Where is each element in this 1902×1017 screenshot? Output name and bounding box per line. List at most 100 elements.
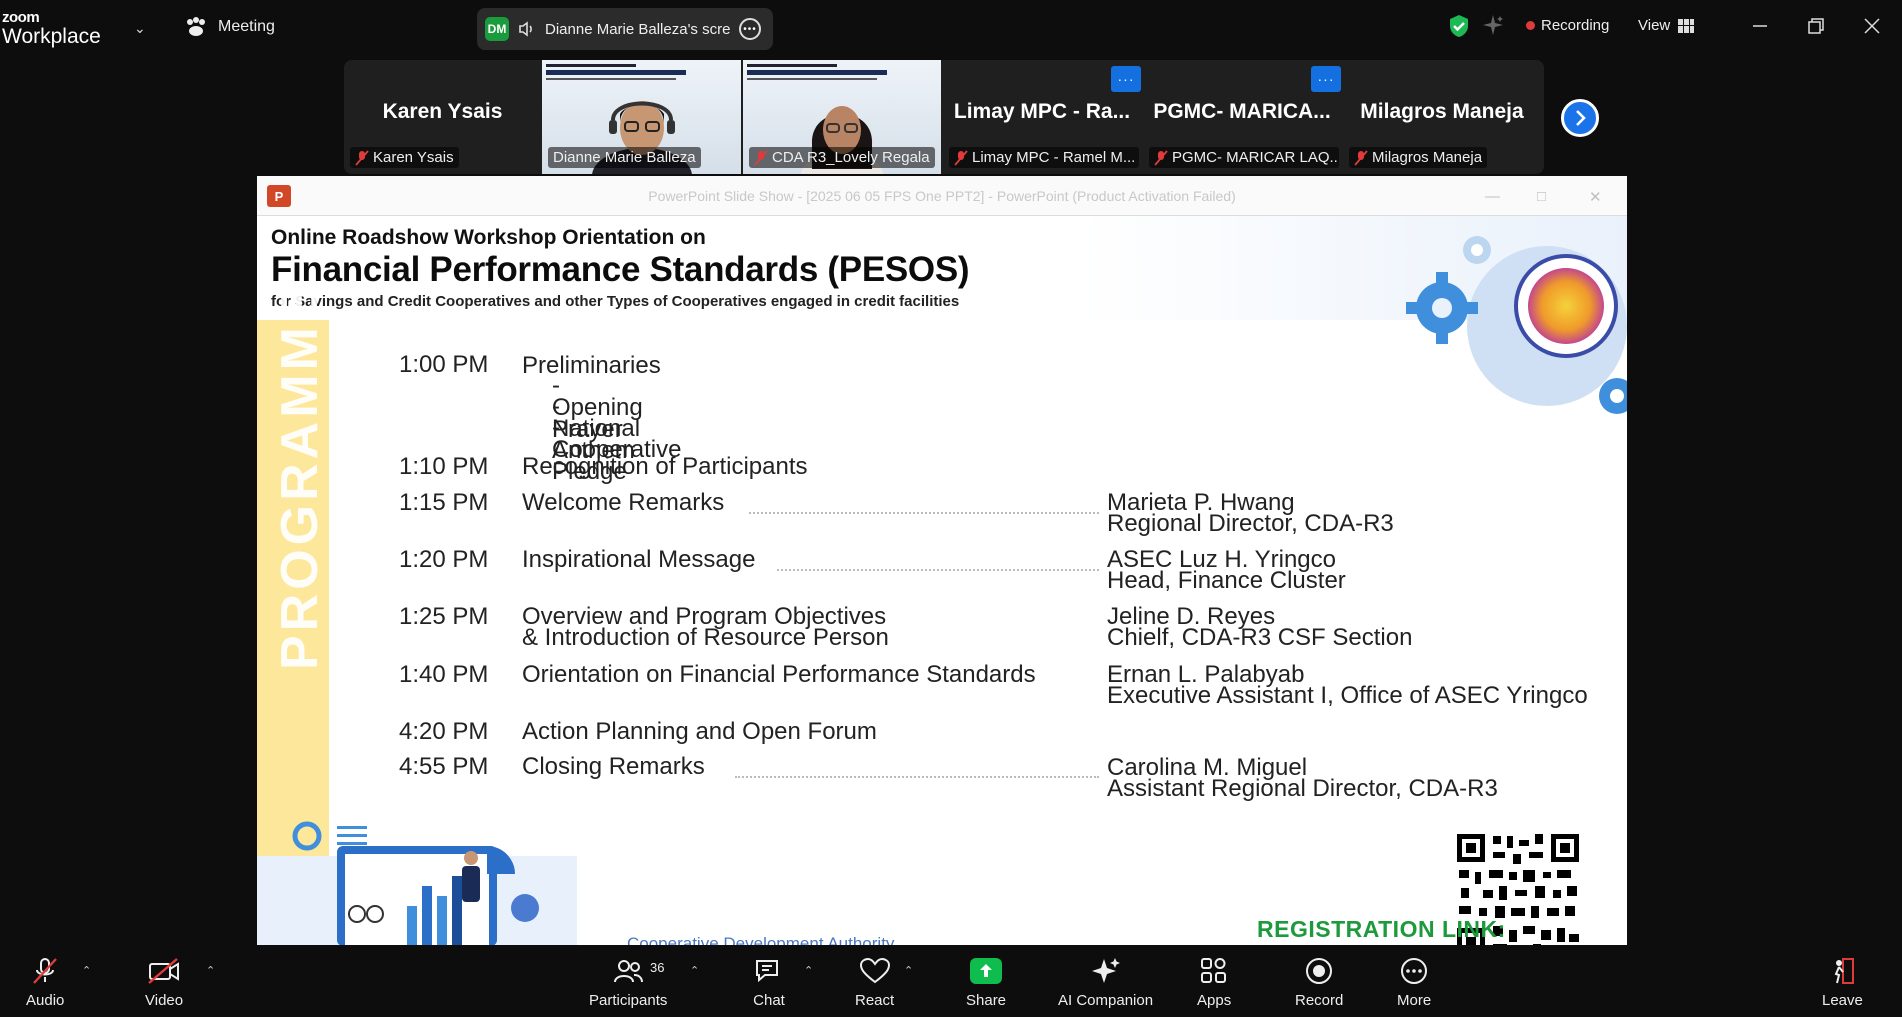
tile-more-button[interactable]: ··· bbox=[1311, 66, 1341, 92]
share-button[interactable]: Share bbox=[966, 956, 1006, 1009]
meeting-label: Meeting bbox=[218, 18, 275, 35]
schedule-time: 1:10 PM bbox=[399, 453, 489, 480]
leave-icon bbox=[1825, 956, 1859, 986]
participants-count: 36 bbox=[650, 960, 665, 975]
participant-nametag: PGMC- MARICAR LAQ... bbox=[1149, 147, 1339, 168]
schedule-speaker-title: Assistant Regional Director, CDA-R3 bbox=[1107, 775, 1498, 802]
view-label: View bbox=[1638, 17, 1671, 34]
recording-indicator[interactable]: Recording bbox=[1526, 17, 1609, 34]
recording-label: Recording bbox=[1541, 17, 1610, 34]
paw-icon bbox=[187, 17, 205, 36]
more-label: More bbox=[1397, 992, 1432, 1009]
zoom-logo[interactable]: zoom Workplace bbox=[2, 10, 101, 47]
mic-muted-icon bbox=[355, 149, 369, 166]
schedule-activity: Welcome Remarks bbox=[522, 489, 725, 516]
schedule-activity: Inspirational Message bbox=[522, 546, 756, 573]
participant-tag-label: Limay MPC - Ramel M... bbox=[972, 149, 1136, 166]
chevron-up-icon[interactable]: ⌃ bbox=[904, 964, 913, 977]
video-button[interactable]: Video bbox=[145, 956, 183, 1009]
record-icon bbox=[1302, 956, 1336, 986]
chevron-up-icon[interactable]: ⌃ bbox=[82, 964, 91, 977]
react-label: React bbox=[855, 992, 895, 1009]
ppt-maximize-icon: □ bbox=[1537, 188, 1547, 205]
record-button[interactable]: Record bbox=[1295, 956, 1343, 1009]
shield-icon[interactable] bbox=[1448, 14, 1470, 38]
participant-tile[interactable]: ··· Limay MPC - Ra... Limay MPC - Ramel … bbox=[943, 60, 1141, 174]
video-label: Video bbox=[145, 992, 184, 1009]
minimize-icon[interactable] bbox=[1748, 14, 1772, 38]
view-button[interactable]: View bbox=[1638, 17, 1695, 34]
apps-label: Apps bbox=[1197, 992, 1232, 1009]
participant-tile[interactable]: Karen Ysais Karen Ysais bbox=[344, 60, 541, 174]
schedule-speaker-title: Regional Director, CDA-R3 bbox=[1107, 510, 1394, 537]
share-screen-icon bbox=[969, 956, 1003, 986]
heart-icon bbox=[858, 956, 892, 986]
close-icon[interactable] bbox=[1860, 14, 1884, 38]
schedule-activity: Preliminaries bbox=[522, 352, 661, 379]
video-off-icon bbox=[147, 956, 181, 986]
meeting-toolbar: Audio ⌃ Video ⌃ Participants 36 ⌃ Chat ⌃ bbox=[0, 946, 1902, 1017]
footer-org: Cooperative Development Authority bbox=[627, 934, 895, 945]
ai-companion-button[interactable]: AI Companion bbox=[1058, 956, 1153, 1009]
audio-label: Audio bbox=[26, 992, 65, 1009]
chevron-right-icon bbox=[1576, 110, 1586, 126]
chevron-up-icon[interactable]: ⌃ bbox=[690, 964, 699, 977]
sparkle-icon[interactable] bbox=[1482, 14, 1504, 36]
slide: Online Roadshow Workshop Orientation on … bbox=[257, 216, 1627, 945]
participant-nametag: Dianne Marie Balleza bbox=[548, 147, 701, 168]
share-label: Share bbox=[966, 992, 1007, 1009]
chevron-up-icon[interactable]: ⌃ bbox=[206, 964, 215, 977]
cda-seal bbox=[1514, 254, 1618, 358]
participant-tag-label: Milagros Maneja bbox=[1372, 149, 1483, 166]
chevron-down-icon[interactable]: ⌄ bbox=[134, 20, 146, 37]
more-button[interactable]: More bbox=[1397, 956, 1431, 1009]
participant-tile-video[interactable]: CDA R3_Lovely Regala bbox=[743, 60, 941, 174]
schedule-time: 4:20 PM bbox=[399, 718, 489, 745]
audio-button[interactable]: Audio bbox=[26, 956, 64, 1009]
meeting-button[interactable]: Meeting bbox=[184, 16, 275, 38]
slide-title: Financial Performance Standards (PESOS) bbox=[271, 250, 970, 289]
schedule-time: 1:40 PM bbox=[399, 661, 489, 688]
mic-muted-icon bbox=[954, 149, 968, 166]
participant-nametag: Milagros Maneja bbox=[1349, 147, 1488, 168]
apps-button[interactable]: Apps bbox=[1197, 956, 1231, 1009]
chat-label: Chat bbox=[753, 992, 785, 1009]
chevron-up-icon[interactable]: ⌃ bbox=[804, 964, 813, 977]
participant-tile[interactable]: ··· PGMC- MARICA... PGMC- MARICAR LAQ... bbox=[1143, 60, 1341, 174]
dotted-leader bbox=[749, 512, 1099, 514]
more-icon[interactable]: ••• bbox=[739, 18, 761, 40]
dotted-leader bbox=[735, 776, 1099, 778]
brand-top: zoom bbox=[2, 9, 40, 26]
people-icon bbox=[611, 956, 645, 986]
top-bar: zoom Workplace ⌄ Meeting DM Dianne Marie… bbox=[0, 0, 1902, 56]
schedule-activity: Closing Remarks bbox=[522, 753, 705, 780]
leave-button[interactable]: Leave bbox=[1822, 956, 1863, 1009]
schedule-activity: Orientation on Financial Performance Sta… bbox=[522, 661, 1036, 688]
dashboard-illustration bbox=[257, 821, 577, 945]
tile-more-button[interactable]: ··· bbox=[1111, 66, 1141, 92]
mic-muted-icon bbox=[1354, 149, 1368, 166]
participant-tile-video[interactable]: Dianne Marie Balleza bbox=[542, 60, 741, 174]
gallery-next-button[interactable] bbox=[1561, 99, 1599, 137]
screen-share-indicator[interactable]: DM Dianne Marie Balleza's screen ••• bbox=[477, 8, 773, 50]
participant-nametag: Karen Ysais bbox=[350, 147, 459, 168]
ai-companion-label: AI Companion bbox=[1058, 992, 1154, 1009]
brand-bottom: Workplace bbox=[2, 25, 101, 48]
participant-tile[interactable]: Milagros Maneja Milagros Maneja bbox=[1343, 60, 1541, 174]
schedule-time: 4:55 PM bbox=[399, 753, 489, 780]
record-label: Record bbox=[1295, 992, 1344, 1009]
participant-nametag: Limay MPC - Ramel M... bbox=[949, 147, 1139, 168]
react-button[interactable]: React bbox=[855, 956, 894, 1009]
slide-subtitle: Online Roadshow Workshop Orientation on bbox=[271, 226, 706, 249]
chat-button[interactable]: Chat bbox=[752, 956, 786, 1009]
participant-tag-label: PGMC- MARICAR LAQ... bbox=[1172, 149, 1339, 166]
restore-icon[interactable] bbox=[1804, 14, 1828, 38]
schedule-activity-cont: & Introduction of Resource Person bbox=[522, 624, 889, 651]
registration-label: REGISTRATION LINK: bbox=[1257, 916, 1506, 942]
shared-screen[interactable]: P PowerPoint Slide Show - [2025 06 05 FP… bbox=[257, 176, 1627, 945]
grid-icon bbox=[1678, 18, 1695, 33]
sparkle-icon bbox=[1089, 956, 1123, 986]
participant-tag-label: CDA R3_Lovely Regala bbox=[772, 149, 930, 166]
more-icon bbox=[1397, 956, 1431, 986]
record-dot-icon bbox=[1526, 21, 1535, 30]
